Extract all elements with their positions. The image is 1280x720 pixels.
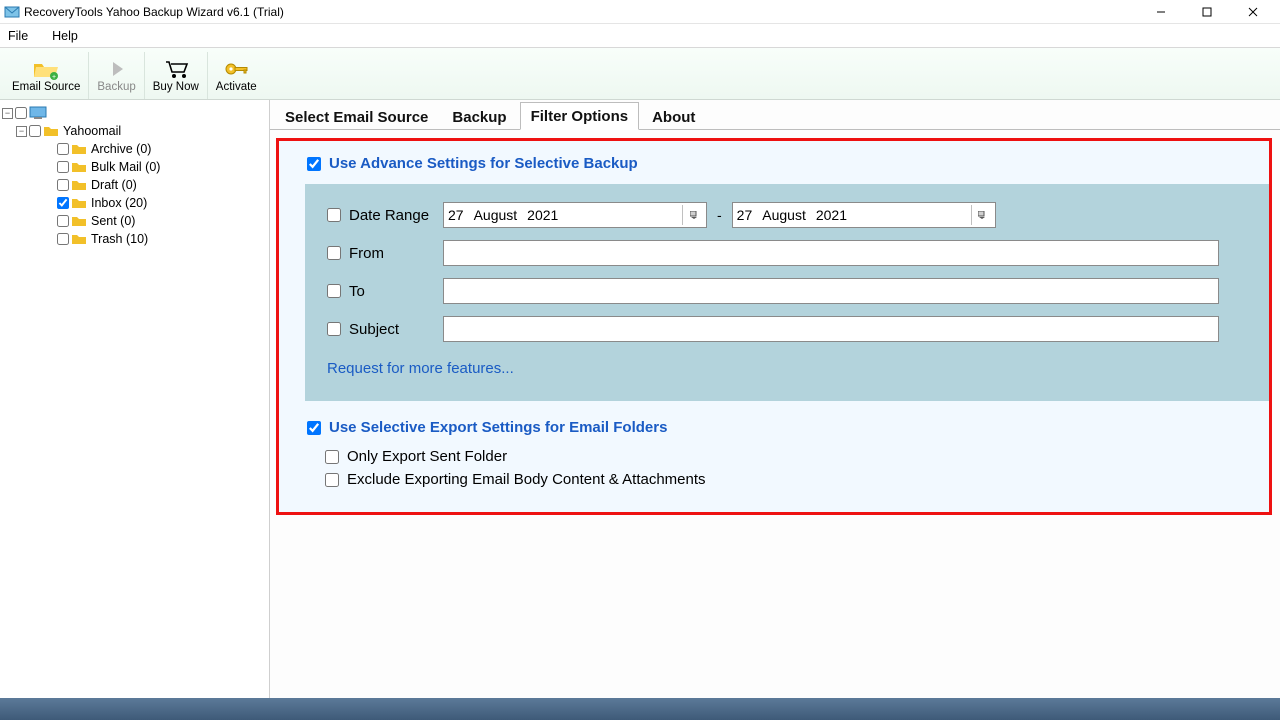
- folder-tree: − − Yahoomail: [0, 100, 270, 698]
- tree-account-label[interactable]: Yahoomail: [61, 124, 121, 138]
- advance-settings-panel: Date Range 27 August 2021 - 27: [305, 184, 1269, 401]
- only-sent-label: Only Export Sent Folder: [347, 448, 507, 465]
- highlight-annotation: Use Advance Settings for Selective Backu…: [276, 138, 1272, 515]
- date-end-day: 27: [737, 207, 753, 223]
- tree-checkbox-root[interactable]: [15, 107, 27, 119]
- toolbar-label: Buy Now: [153, 81, 199, 93]
- tree-checkbox-account[interactable]: [29, 125, 41, 137]
- folder-open-icon: +: [32, 58, 60, 80]
- to-input[interactable]: [443, 278, 1219, 304]
- toolbar-label: Email Source: [12, 81, 80, 93]
- tab-backup[interactable]: Backup: [441, 103, 517, 130]
- tab-strip: Select Email Source Backup Filter Option…: [270, 100, 1280, 130]
- advance-settings-heading: Use Advance Settings for Selective Backu…: [329, 155, 638, 172]
- cart-icon: [162, 58, 190, 80]
- play-icon: [103, 58, 131, 80]
- maximize-button[interactable]: [1184, 0, 1230, 24]
- folder-icon: [71, 178, 87, 192]
- tree-checkbox-folder[interactable]: [57, 161, 69, 173]
- toolbar-email-source[interactable]: + Email Source: [4, 52, 89, 99]
- tree-folder-label[interactable]: Sent (0): [89, 214, 135, 228]
- tree-folder-label[interactable]: Inbox (20): [89, 196, 147, 210]
- folder-icon: [71, 196, 87, 210]
- checkbox-selective-export[interactable]: [307, 421, 321, 435]
- checkbox-date-range[interactable]: [327, 208, 341, 222]
- subject-input[interactable]: [443, 316, 1219, 342]
- folder-icon: [71, 214, 87, 228]
- selective-export-heading: Use Selective Export Settings for Email …: [329, 419, 667, 436]
- app-icon: [4, 4, 20, 20]
- window-title: RecoveryTools Yahoo Backup Wizard v6.1 (…: [24, 5, 284, 19]
- date-start-year: 2021: [527, 207, 558, 223]
- date-range-separator: -: [707, 207, 732, 223]
- folder-icon: [71, 232, 87, 246]
- date-range-label: Date Range: [349, 207, 429, 224]
- toolbar-label: Activate: [216, 81, 257, 93]
- tree-checkbox-folder[interactable]: [57, 179, 69, 191]
- date-start-month: August: [474, 207, 518, 223]
- tree-checkbox-folder[interactable]: [57, 215, 69, 227]
- toolbar-label: Backup: [97, 81, 135, 93]
- menu-file[interactable]: File: [8, 29, 28, 43]
- tab-select-email-source[interactable]: Select Email Source: [274, 103, 439, 130]
- toolbar-backup[interactable]: Backup: [89, 52, 144, 99]
- tree-checkbox-folder[interactable]: [57, 197, 69, 209]
- checkbox-from[interactable]: [327, 246, 341, 260]
- date-start-picker[interactable]: 27 August 2021: [443, 202, 707, 228]
- tree-folder-label[interactable]: Bulk Mail (0): [89, 160, 160, 174]
- titlebar: RecoveryTools Yahoo Backup Wizard v6.1 (…: [0, 0, 1280, 24]
- tree-checkbox-folder[interactable]: [57, 143, 69, 155]
- date-end-month: August: [762, 207, 806, 223]
- checkbox-only-sent[interactable]: [325, 450, 339, 464]
- to-label: To: [349, 283, 365, 300]
- from-label: From: [349, 245, 384, 262]
- exclude-body-label: Exclude Exporting Email Body Content & A…: [347, 471, 706, 488]
- checkbox-exclude-body[interactable]: [325, 473, 339, 487]
- folder-icon: [71, 160, 87, 174]
- date-end-year: 2021: [816, 207, 847, 223]
- key-icon: [222, 58, 250, 80]
- tree-folder-label[interactable]: Archive (0): [89, 142, 151, 156]
- from-input[interactable]: [443, 240, 1219, 266]
- status-bar: [0, 698, 1280, 720]
- toolbar-activate[interactable]: Activate: [208, 52, 265, 99]
- calendar-dropdown-icon[interactable]: [682, 205, 704, 225]
- tree-collapse-icon[interactable]: −: [16, 126, 27, 137]
- tree-folder-label[interactable]: Draft (0): [89, 178, 137, 192]
- toolbar: + Email Source Backup Buy Now Activate: [0, 48, 1280, 100]
- date-end-picker[interactable]: 27 August 2021: [732, 202, 996, 228]
- close-button[interactable]: [1230, 0, 1276, 24]
- tree-checkbox-folder[interactable]: [57, 233, 69, 245]
- folder-icon: [43, 124, 59, 138]
- request-features-link[interactable]: Request for more features...: [327, 342, 1247, 377]
- svg-text:+: +: [52, 74, 56, 80]
- checkbox-subject[interactable]: [327, 322, 341, 336]
- minimize-button[interactable]: [1138, 0, 1184, 24]
- tree-folder-label[interactable]: Trash (10): [89, 232, 148, 246]
- tab-filter-options[interactable]: Filter Options: [520, 102, 640, 130]
- folder-icon: [71, 142, 87, 156]
- checkbox-advance-settings[interactable]: [307, 157, 321, 171]
- menu-bar: File Help: [0, 24, 1280, 48]
- menu-help[interactable]: Help: [52, 29, 78, 43]
- checkbox-to[interactable]: [327, 284, 341, 298]
- computer-icon: [29, 106, 47, 120]
- toolbar-buy-now[interactable]: Buy Now: [145, 52, 208, 99]
- tree-collapse-icon[interactable]: −: [2, 108, 13, 119]
- subject-label: Subject: [349, 321, 399, 338]
- date-start-day: 27: [448, 207, 464, 223]
- tab-about[interactable]: About: [641, 103, 706, 130]
- calendar-dropdown-icon[interactable]: [971, 205, 993, 225]
